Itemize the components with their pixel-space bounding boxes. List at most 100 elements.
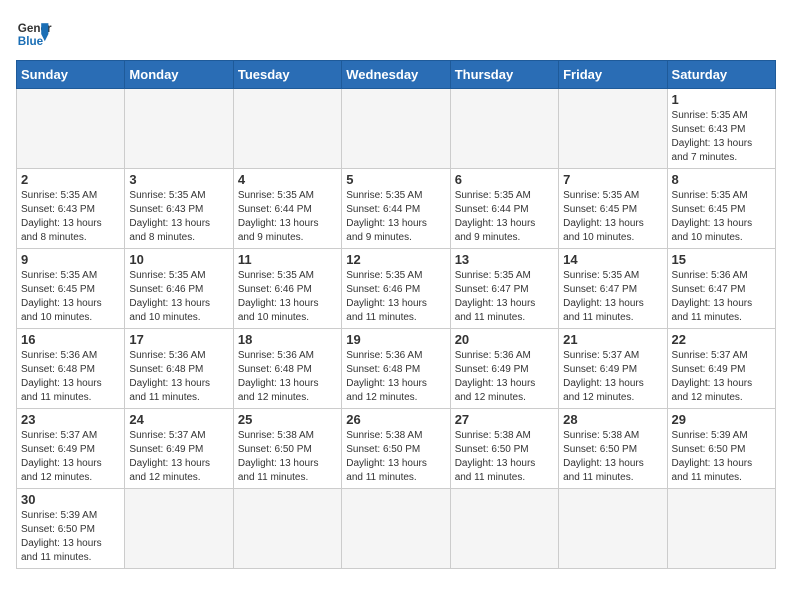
day-info: Sunrise: 5:35 AM Sunset: 6:45 PM Dayligh… [672, 189, 771, 245]
day-number: 4 [238, 172, 337, 187]
calendar-cell: 20Sunrise: 5:36 AM Sunset: 6:49 PM Dayli… [450, 329, 558, 409]
day-number: 23 [21, 412, 120, 427]
calendar-cell: 30 Sunrise: 5:39 AM Sunset: 6:50 PM Dayli… [17, 489, 125, 569]
day-number: 6 [455, 172, 554, 187]
calendar-cell: 24 Sunrise: 5:37 AM Sunset: 6:49 PM Dayli… [125, 409, 233, 489]
day-info: Sunrise: 5:38 AM Sunset: 6:50 PM Dayligh… [238, 429, 337, 485]
logo: General Blue [16, 16, 52, 52]
calendar-cell [342, 89, 450, 169]
calendar-cell: 18 Sunrise: 5:36 AM Sunset: 6:48 PM Dayli… [233, 329, 341, 409]
day-info: Sunrise: 5:38 AM Sunset: 6:50 PM Dayligh… [346, 429, 445, 485]
day-info: Sunrise: 5:35 AM Sunset: 6:43 PM Dayligh… [672, 109, 771, 165]
calendar-cell: 21 Sunrise: 5:37 AM Sunset: 6:49 PM Dayli… [559, 329, 667, 409]
day-info: Sunrise: 5:35 AM Sunset: 6:44 PM Dayligh… [238, 189, 337, 245]
weekday-header-friday: Friday [559, 61, 667, 89]
calendar-week-row: 30 Sunrise: 5:39 AM Sunset: 6:50 PM Dayli… [17, 489, 776, 569]
day-number: 17 [129, 332, 228, 347]
day-number: 8 [672, 172, 771, 187]
day-info: Sunrise: 5:36 AM Sunset: 6:47 PM Dayligh… [672, 269, 771, 325]
day-number: 2 [21, 172, 120, 187]
calendar-cell [125, 489, 233, 569]
day-info: Sunrise: 5:35 AM Sunset: 6:46 PM Dayligh… [346, 269, 445, 325]
calendar-cell [17, 89, 125, 169]
day-info: Sunrise: 5:36 AM Sunset: 6:48 PM Dayligh… [346, 349, 445, 405]
calendar-cell: 5 Sunrise: 5:35 AM Sunset: 6:44 PM Daylig… [342, 169, 450, 249]
calendar-cell: 16Sunrise: 5:36 AM Sunset: 6:48 PM Dayli… [17, 329, 125, 409]
day-info: Sunrise: 5:37 AM Sunset: 6:49 PM Dayligh… [21, 429, 120, 485]
day-info: Sunrise: 5:36 AM Sunset: 6:48 PM Dayligh… [129, 349, 228, 405]
day-number: 21 [563, 332, 662, 347]
day-number: 18 [238, 332, 337, 347]
day-info: Sunrise: 5:35 AM Sunset: 6:43 PM Dayligh… [21, 189, 120, 245]
day-info: Sunrise: 5:39 AM Sunset: 6:50 PM Dayligh… [21, 509, 120, 565]
calendar-cell: 26 Sunrise: 5:38 AM Sunset: 6:50 PM Dayli… [342, 409, 450, 489]
calendar-week-row: 1Sunrise: 5:35 AM Sunset: 6:43 PM Daylig… [17, 89, 776, 169]
calendar-cell [450, 89, 558, 169]
calendar-cell: 22 Sunrise: 5:37 AM Sunset: 6:49 PM Dayli… [667, 329, 775, 409]
weekday-header-wednesday: Wednesday [342, 61, 450, 89]
calendar-cell: 13 Sunrise: 5:35 AM Sunset: 6:47 PM Dayli… [450, 249, 558, 329]
calendar-cell: 6 Sunrise: 5:35 AM Sunset: 6:44 PM Daylig… [450, 169, 558, 249]
calendar-cell [342, 489, 450, 569]
day-info: Sunrise: 5:35 AM Sunset: 6:47 PM Dayligh… [455, 269, 554, 325]
calendar-cell [233, 89, 341, 169]
day-number: 20 [455, 332, 554, 347]
weekday-header-sunday: Sunday [17, 61, 125, 89]
calendar-cell: 28Sunrise: 5:38 AM Sunset: 6:50 PM Dayli… [559, 409, 667, 489]
calendar-cell: 17 Sunrise: 5:36 AM Sunset: 6:48 PM Dayli… [125, 329, 233, 409]
calendar-cell: 2 Sunrise: 5:35 AM Sunset: 6:43 PM Daylig… [17, 169, 125, 249]
day-number: 5 [346, 172, 445, 187]
calendar-cell [559, 89, 667, 169]
calendar-cell: 10Sunrise: 5:35 AM Sunset: 6:46 PM Dayli… [125, 249, 233, 329]
day-number: 26 [346, 412, 445, 427]
calendar-cell: 12Sunrise: 5:35 AM Sunset: 6:46 PM Dayli… [342, 249, 450, 329]
calendar-cell [559, 489, 667, 569]
calendar-cell: 15 Sunrise: 5:36 AM Sunset: 6:47 PM Dayli… [667, 249, 775, 329]
calendar-cell: 23 Sunrise: 5:37 AM Sunset: 6:49 PM Dayli… [17, 409, 125, 489]
day-number: 30 [21, 492, 120, 507]
day-info: Sunrise: 5:36 AM Sunset: 6:48 PM Dayligh… [238, 349, 337, 405]
calendar-week-row: 2 Sunrise: 5:35 AM Sunset: 6:43 PM Daylig… [17, 169, 776, 249]
calendar-cell: 29Sunrise: 5:39 AM Sunset: 6:50 PM Dayli… [667, 409, 775, 489]
day-number: 10 [129, 252, 228, 267]
calendar-cell [450, 489, 558, 569]
day-number: 13 [455, 252, 554, 267]
day-number: 14 [563, 252, 662, 267]
day-info: Sunrise: 5:37 AM Sunset: 6:49 PM Dayligh… [672, 349, 771, 405]
day-number: 9 [21, 252, 120, 267]
day-info: Sunrise: 5:35 AM Sunset: 6:46 PM Dayligh… [238, 269, 337, 325]
day-number: 24 [129, 412, 228, 427]
calendar-cell: 14 Sunrise: 5:35 AM Sunset: 6:47 PM Dayli… [559, 249, 667, 329]
calendar-cell: 3 Sunrise: 5:35 AM Sunset: 6:43 PM Daylig… [125, 169, 233, 249]
calendar-cell: 4 Sunrise: 5:35 AM Sunset: 6:44 PM Daylig… [233, 169, 341, 249]
day-info: Sunrise: 5:35 AM Sunset: 6:43 PM Dayligh… [129, 189, 228, 245]
day-number: 7 [563, 172, 662, 187]
day-number: 15 [672, 252, 771, 267]
day-info: Sunrise: 5:35 AM Sunset: 6:45 PM Dayligh… [21, 269, 120, 325]
calendar-cell [667, 489, 775, 569]
calendar-cell [125, 89, 233, 169]
day-number: 27 [455, 412, 554, 427]
weekday-header-tuesday: Tuesday [233, 61, 341, 89]
day-number: 22 [672, 332, 771, 347]
day-number: 25 [238, 412, 337, 427]
day-info: Sunrise: 5:37 AM Sunset: 6:49 PM Dayligh… [129, 429, 228, 485]
calendar-week-row: 23 Sunrise: 5:37 AM Sunset: 6:49 PM Dayli… [17, 409, 776, 489]
day-number: 3 [129, 172, 228, 187]
weekday-header-monday: Monday [125, 61, 233, 89]
calendar-cell [233, 489, 341, 569]
day-number: 11 [238, 252, 337, 267]
day-number: 16 [21, 332, 120, 347]
header: General Blue [16, 16, 776, 52]
calendar-week-row: 9 Sunrise: 5:35 AM Sunset: 6:45 PM Daylig… [17, 249, 776, 329]
day-info: Sunrise: 5:39 AM Sunset: 6:50 PM Dayligh… [672, 429, 771, 485]
day-info: Sunrise: 5:35 AM Sunset: 6:44 PM Dayligh… [346, 189, 445, 245]
weekday-header-row: SundayMondayTuesdayWednesdayThursdayFrid… [17, 61, 776, 89]
calendar: SundayMondayTuesdayWednesdayThursdayFrid… [16, 60, 776, 569]
day-info: Sunrise: 5:37 AM Sunset: 6:49 PM Dayligh… [563, 349, 662, 405]
logo-icon: General Blue [16, 16, 52, 52]
calendar-cell: 8 Sunrise: 5:35 AM Sunset: 6:45 PM Daylig… [667, 169, 775, 249]
day-info: Sunrise: 5:35 AM Sunset: 6:45 PM Dayligh… [563, 189, 662, 245]
day-info: Sunrise: 5:35 AM Sunset: 6:47 PM Dayligh… [563, 269, 662, 325]
day-info: Sunrise: 5:35 AM Sunset: 6:44 PM Dayligh… [455, 189, 554, 245]
